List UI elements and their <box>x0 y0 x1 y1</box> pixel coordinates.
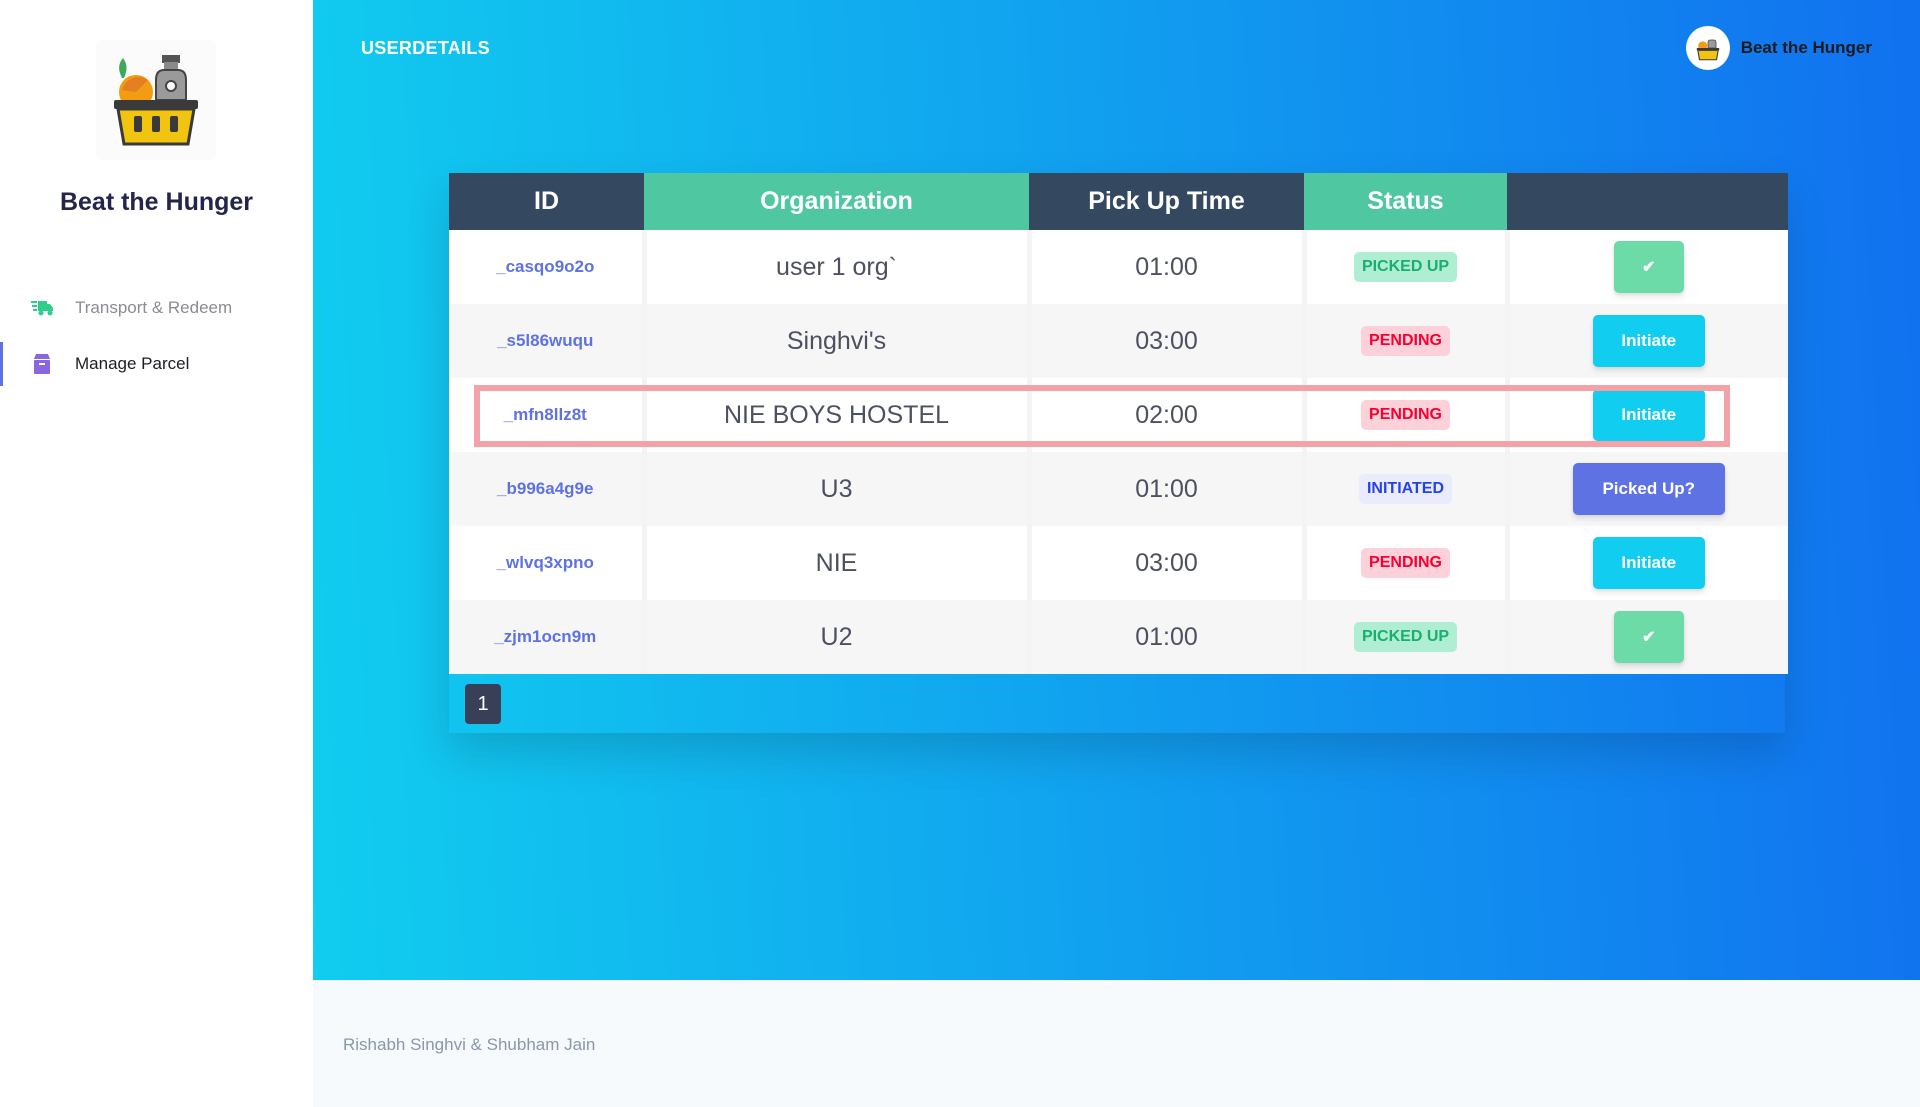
initiate-button[interactable]: Initiate <box>1592 537 1705 589</box>
sidebar-nav: Transport & Redeem Manage Parcel <box>0 280 313 392</box>
pickup-time: 01:00 <box>1135 622 1198 651</box>
picked-up-button[interactable]: Picked Up? <box>1572 463 1725 515</box>
sidebar-item-label: Transport & Redeem <box>75 298 233 317</box>
footer-credit: Rishabh Singhvi & Shubham Jain <box>343 1035 596 1054</box>
organization-name: NIE <box>815 548 858 577</box>
picked-up-check-button[interactable]: ✔ <box>1613 241 1684 293</box>
parcel-id: _casqo9o2o <box>496 257 595 276</box>
parcel-id: _zjm1ocn9m <box>494 627 597 646</box>
pickup-time: 01:00 <box>1135 252 1198 281</box>
pagination: 1 <box>449 674 1788 734</box>
table-row: _wlvq3xpno NIE 03:00 PENDING Initiate <box>449 526 1788 600</box>
footer: Rishabh Singhvi & Shubham Jain <box>313 980 1920 1107</box>
user-menu[interactable]: Beat the Hunger <box>1685 26 1872 70</box>
parcel-id: _b996a4g9e <box>497 479 594 498</box>
organization-name: Singhvi's <box>786 326 887 355</box>
status-badge: INITIATED <box>1358 474 1453 504</box>
picked-up-check-button[interactable]: ✔ <box>1613 611 1684 663</box>
sidebar: Beat the Hunger Transport & Redeem Manag… <box>0 0 313 1107</box>
parcel-box-icon <box>30 352 54 376</box>
status-badge: PENDING <box>1361 548 1450 578</box>
organization-name: user 1 org` <box>776 252 897 281</box>
status-badge: PICKED UP <box>1353 622 1458 652</box>
table-header-row: ID Organization Pick Up Time Status <box>449 173 1788 230</box>
user-name: Beat the Hunger <box>1740 38 1872 57</box>
table-row: _b996a4g9e U3 01:00 INITIATED Picked Up? <box>449 452 1788 526</box>
column-header-status[interactable]: Status <box>1304 173 1507 230</box>
page-button[interactable]: 1 <box>465 684 501 724</box>
parcel-id: _wlvq3xpno <box>496 553 594 572</box>
pickup-time: 02:00 <box>1135 400 1198 429</box>
sidebar-item-manage-parcel[interactable]: Manage Parcel <box>0 336 313 392</box>
initiate-button[interactable]: Initiate <box>1592 315 1705 367</box>
grocery-basket-icon <box>96 40 216 160</box>
status-badge: PENDING <box>1361 400 1450 430</box>
organization-name: U2 <box>820 622 853 651</box>
table-row: _zjm1ocn9m U2 01:00 PICKED UP ✔ <box>449 600 1788 674</box>
page-title: USERDETAILS <box>361 38 490 58</box>
column-header-pickup-time[interactable]: Pick Up Time <box>1029 173 1304 230</box>
table-row: _mfn8llz8t NIE BOYS HOSTEL 02:00 PENDING… <box>449 378 1788 452</box>
avatar <box>1685 26 1730 70</box>
column-header-id[interactable]: ID <box>449 173 644 230</box>
column-header-organization[interactable]: Organization <box>644 173 1029 230</box>
delivery-truck-icon <box>30 296 54 320</box>
status-badge: PENDING <box>1361 326 1450 356</box>
parcels-table-card: ID Organization Pick Up Time Status _cas… <box>449 173 1788 734</box>
brand-name: Beat the Hunger <box>59 188 254 216</box>
column-header-actions <box>1507 173 1788 230</box>
pickup-time: 01:00 <box>1135 474 1198 503</box>
sidebar-item-label: Manage Parcel <box>75 354 190 373</box>
initiate-button[interactable]: Initiate <box>1592 389 1705 441</box>
organization-name: NIE BOYS HOSTEL <box>723 400 950 429</box>
pickup-time: 03:00 <box>1135 326 1198 355</box>
organization-name: U3 <box>820 474 853 503</box>
table-row: _casqo9o2o user 1 org` 01:00 PICKED UP ✔ <box>449 230 1788 304</box>
parcels-table: ID Organization Pick Up Time Status _cas… <box>449 173 1788 674</box>
parcel-id: _s5l86wuqu <box>497 331 594 350</box>
table-row: _s5l86wuqu Singhvi's 03:00 PENDING Initi… <box>449 304 1788 378</box>
pickup-time: 03:00 <box>1135 548 1198 577</box>
parcel-id: _mfn8llz8t <box>503 405 587 424</box>
status-badge: PICKED UP <box>1353 252 1458 282</box>
sidebar-item-transport-redeem[interactable]: Transport & Redeem <box>0 280 313 336</box>
